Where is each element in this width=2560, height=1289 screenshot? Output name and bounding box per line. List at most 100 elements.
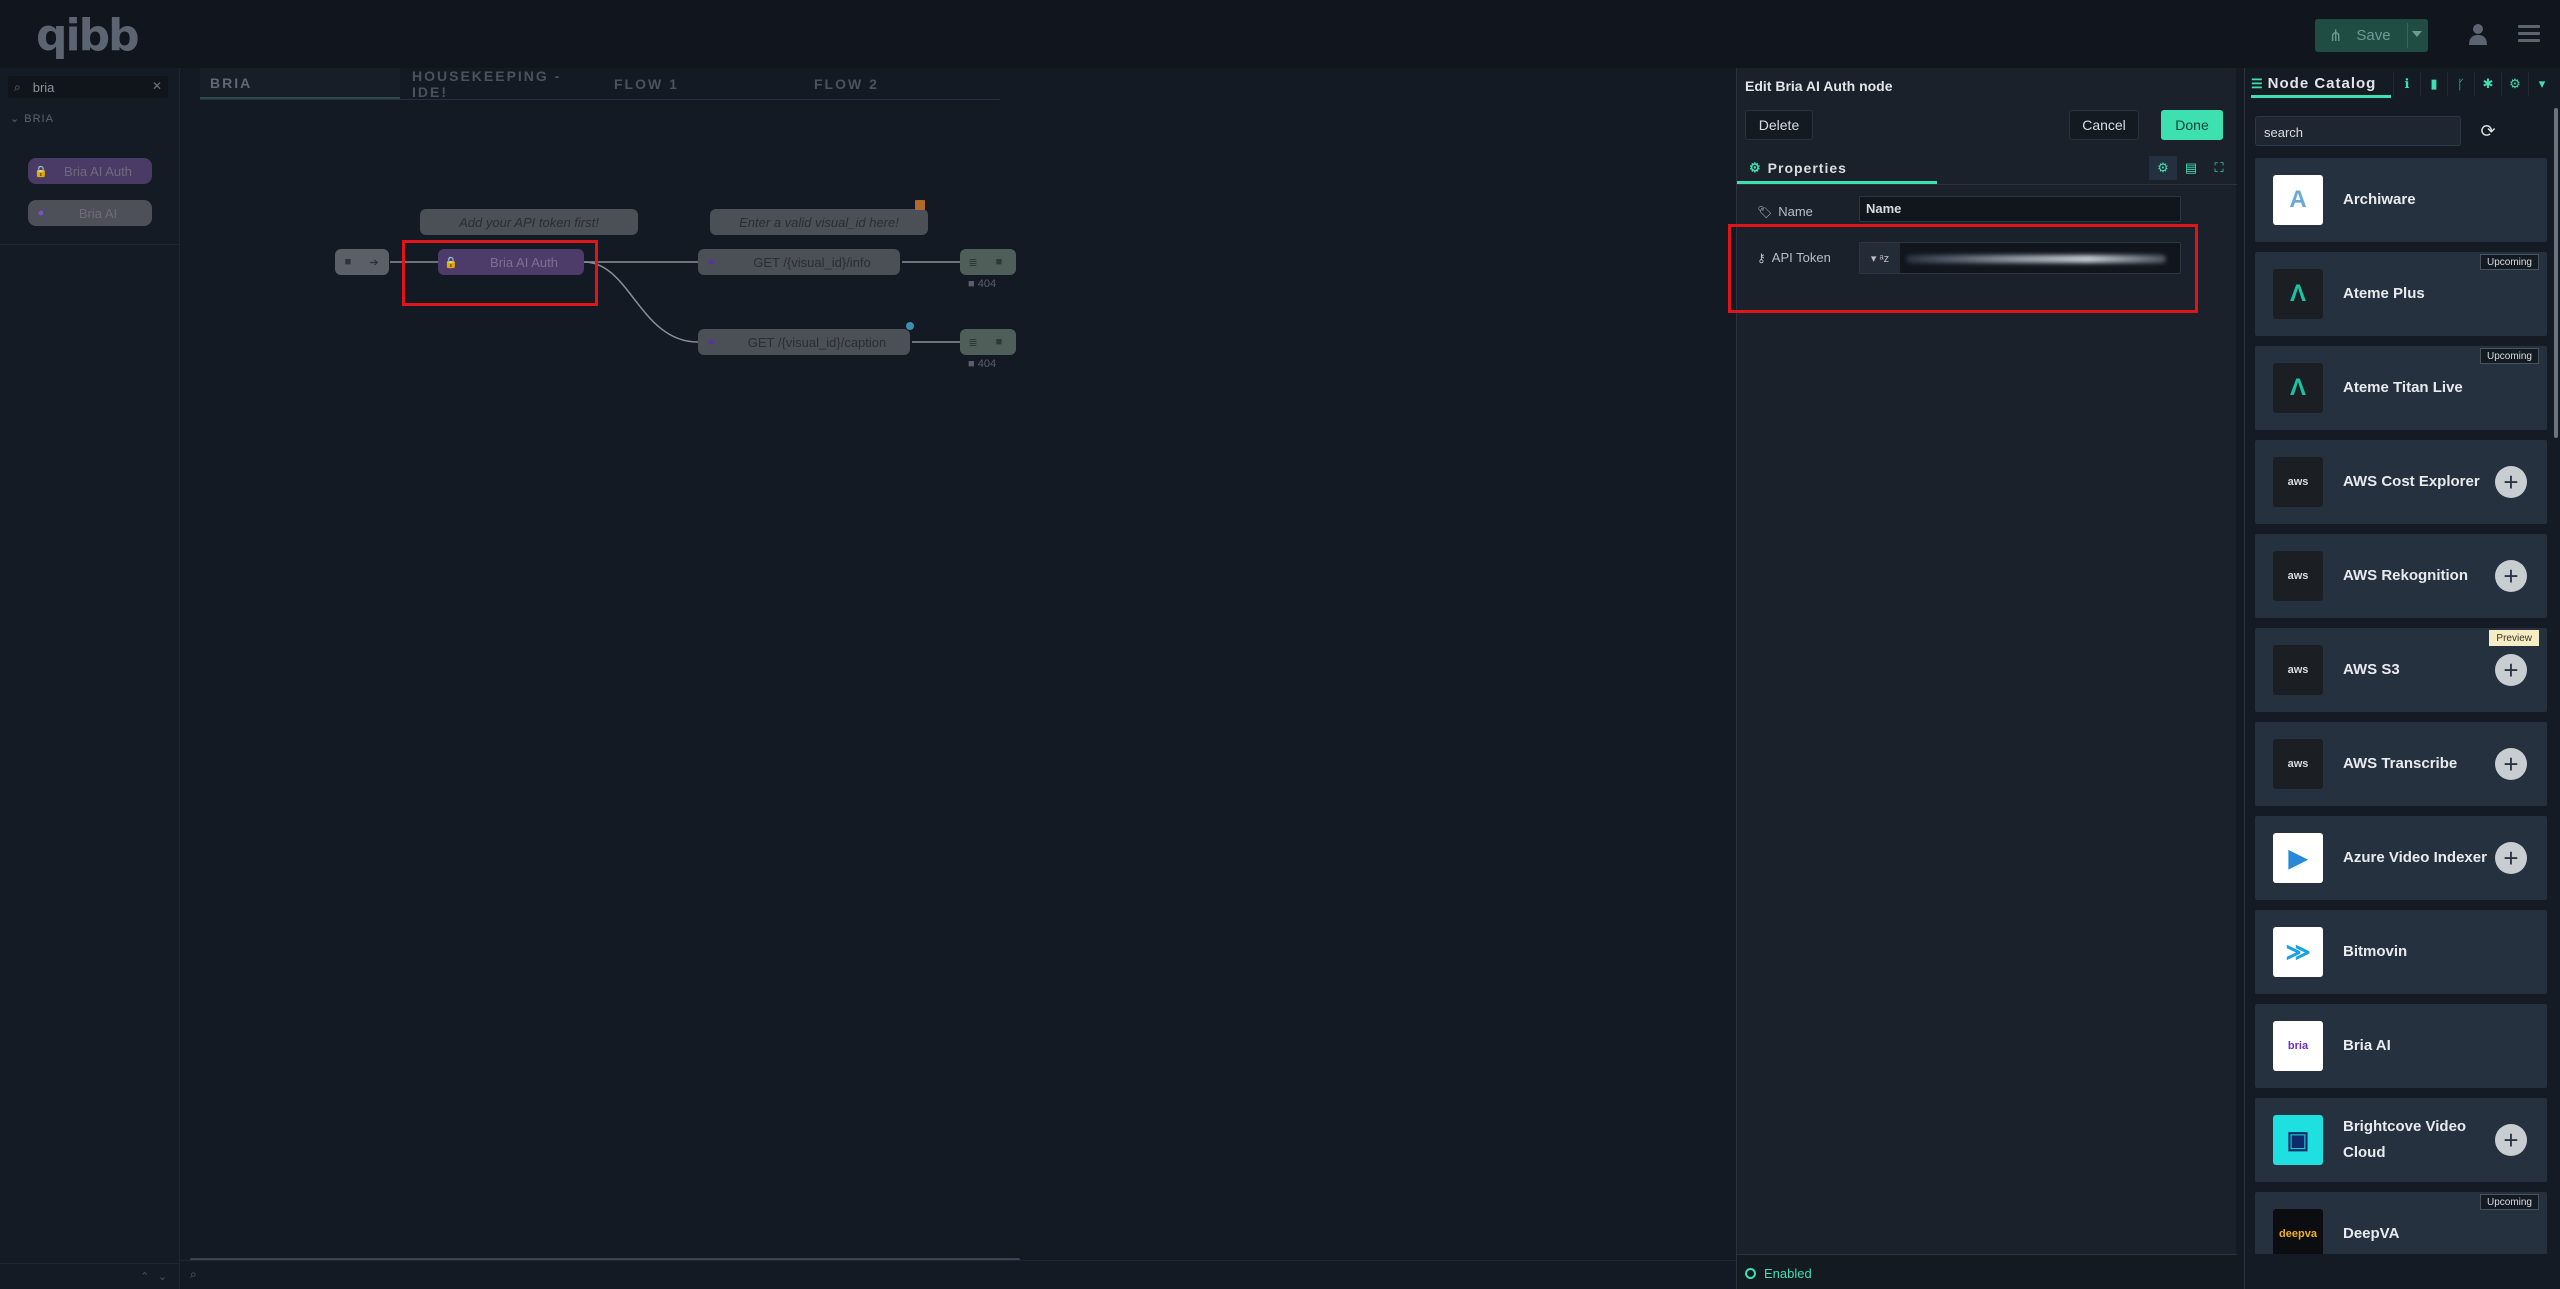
- flow-canvas[interactable]: Add your API token first! Enter a valid …: [180, 100, 1736, 1260]
- expand-all-icon[interactable]: ⌄: [158, 1270, 167, 1283]
- delete-button[interactable]: Delete: [1745, 110, 1813, 140]
- menu-icon[interactable]: [2518, 25, 2540, 43]
- chevron-down-icon[interactable]: ▾: [2528, 72, 2555, 96]
- appearance-icon[interactable]: ⛶: [2205, 156, 2233, 180]
- list-icon: ☰: [2251, 75, 2264, 91]
- get-caption-node[interactable]: ● GET /{visual_id}/caption: [698, 329, 910, 355]
- catalog-item[interactable]: ≫ Bitmovin: [2255, 910, 2547, 994]
- catalog-item[interactable]: Λ Ateme Titan Live Upcoming: [2255, 346, 2547, 430]
- catalog-item-name: Bria AI: [2343, 1037, 2391, 1054]
- info-icon[interactable]: ℹ: [2393, 72, 2420, 96]
- node-catalog-sidebar: ☰ Node Catalog ℹ ▮ ᚴ ✱ ⚙ ▾ search ⟳ A Arc…: [2244, 68, 2560, 1289]
- palette-node-label: Bria AI: [78, 205, 118, 221]
- edit-panel-footer: Enabled: [1737, 1254, 2237, 1289]
- bria-logo-icon: ●: [707, 336, 715, 348]
- list-icon: ≣: [968, 256, 978, 269]
- node-label: GET /{visual_id}/info: [753, 254, 871, 270]
- gear-icon: ⚙: [1749, 159, 1762, 175]
- add-icon[interactable]: +: [2495, 466, 2527, 498]
- catalog-item-name: AWS Cost Explorer: [2343, 473, 2480, 490]
- catalog-item-name: AWS Transcribe: [2343, 755, 2458, 772]
- catalog-item[interactable]: aws AWS S3 + Preview: [2255, 628, 2547, 712]
- catalog-item[interactable]: bria Bria AI: [2255, 1004, 2547, 1088]
- bria-logo-icon: ●: [707, 256, 715, 268]
- debug-toggle-icon[interactable]: ■: [986, 249, 1012, 275]
- branch-icon[interactable]: ᚴ: [2447, 72, 2474, 96]
- palette-search-input[interactable]: ⌕ bria ✕: [8, 76, 168, 98]
- catalog-item-logo: ▣: [2273, 1115, 2323, 1165]
- comment-text: Add your API token first!: [459, 214, 599, 230]
- catalog-item-logo: ≫: [2273, 927, 2323, 977]
- tab-flow-1[interactable]: FLOW 1: [604, 68, 804, 100]
- save-dropdown-icon[interactable]: [2412, 31, 2422, 37]
- book-icon[interactable]: ▮: [2420, 72, 2447, 96]
- inject-node[interactable]: ■ ➔: [335, 249, 389, 275]
- tab-node-catalog[interactable]: ☰ Node Catalog: [2251, 72, 2391, 98]
- tab-bria[interactable]: BRIA: [200, 68, 400, 100]
- debug-toggle-icon[interactable]: ■: [986, 329, 1012, 355]
- tab-properties-label: Properties: [1767, 159, 1847, 176]
- enabled-toggle[interactable]: Enabled: [1745, 1262, 1825, 1284]
- app-logo: qibb: [36, 10, 140, 61]
- clear-search-icon[interactable]: ✕: [152, 79, 162, 93]
- enabled-icon: [1745, 1267, 1756, 1279]
- search-icon[interactable]: ⌕: [190, 1267, 197, 1282]
- add-icon[interactable]: +: [2495, 654, 2527, 686]
- name-label: 🏷 Name: [1757, 204, 1813, 219]
- debug-node[interactable]: ≣ ■: [960, 329, 1016, 355]
- bug-icon[interactable]: ✱: [2474, 72, 2501, 96]
- palette-node-bria-ai-auth[interactable]: 🔒 Bria AI Auth: [28, 158, 152, 184]
- settings-icon[interactable]: ⚙: [2149, 156, 2177, 180]
- status-dot: [906, 322, 914, 330]
- tab-properties[interactable]: ⚙ Properties: [1737, 154, 1937, 184]
- add-icon[interactable]: +: [2495, 842, 2527, 874]
- catalog-item[interactable]: deepva DeepVA Upcoming: [2255, 1192, 2547, 1254]
- description-icon[interactable]: ▤: [2177, 156, 2205, 180]
- catalog-item[interactable]: aws AWS Cost Explorer +: [2255, 440, 2547, 524]
- palette-category-label: BRIA: [24, 113, 54, 125]
- catalog-scrollbar[interactable]: [2554, 108, 2558, 438]
- cancel-button[interactable]: Cancel: [2069, 110, 2139, 140]
- gear-icon[interactable]: ⚙: [2501, 72, 2528, 96]
- debug-node[interactable]: ≣ ■: [960, 249, 1016, 275]
- save-button[interactable]: ⋔ Save: [2315, 19, 2428, 52]
- app-header: qibb ⋔ Save: [0, 0, 2560, 68]
- edit-tab-icons: ⚙ ▤ ⛶: [2149, 156, 2233, 180]
- collapse-all-icon[interactable]: ⌃: [140, 1270, 149, 1283]
- catalog-search-input[interactable]: search: [2255, 116, 2461, 146]
- user-icon[interactable]: [2467, 22, 2489, 46]
- search-icon: ⌕: [14, 79, 21, 94]
- add-icon[interactable]: +: [2495, 560, 2527, 592]
- sidebar-tab-icons: ℹ ▮ ᚴ ✱ ⚙ ▾: [2393, 72, 2559, 96]
- add-icon[interactable]: +: [2495, 748, 2527, 780]
- done-button[interactable]: Done: [2161, 110, 2223, 140]
- list-icon: ≣: [968, 336, 978, 349]
- catalog-item-name: DeepVA: [2343, 1225, 2400, 1242]
- catalog-item[interactable]: ▣ Brightcove Video Cloud +: [2255, 1098, 2547, 1182]
- status-badge: Preview: [2489, 630, 2539, 646]
- palette-node-bria-ai[interactable]: ● Bria AI: [28, 200, 152, 226]
- changed-indicator: [915, 200, 925, 210]
- catalog-item[interactable]: Λ Ateme Plus Upcoming: [2255, 252, 2547, 336]
- tab-housekeeping[interactable]: HOUSEKEEPING - IDE!: [402, 68, 602, 100]
- refresh-icon[interactable]: ⟳: [2473, 116, 2503, 146]
- palette-category-header[interactable]: ⌄ BRIA: [10, 112, 54, 125]
- catalog-item[interactable]: aws AWS Rekognition +: [2255, 534, 2547, 618]
- add-icon[interactable]: +: [2495, 1124, 2527, 1156]
- comment-node[interactable]: Add your API token first!: [420, 209, 638, 235]
- palette-footer: ⌃ ⌄: [0, 1263, 180, 1289]
- save-label: Save: [2356, 27, 2391, 44]
- catalog-item-logo: deepva: [2273, 1209, 2323, 1254]
- catalog-item-logo: A: [2273, 175, 2323, 225]
- comment-node[interactable]: Enter a valid visual_id here!: [710, 209, 928, 235]
- catalog-item[interactable]: ▶ Azure Video Indexer +: [2255, 816, 2547, 900]
- status-badge: Upcoming: [2479, 254, 2539, 270]
- tab-flow-2[interactable]: FLOW 2: [804, 68, 1000, 100]
- catalog-item[interactable]: A Archiware: [2255, 158, 2547, 242]
- highlight-box: [1728, 224, 2198, 313]
- get-info-node[interactable]: ● GET /{visual_id}/info: [698, 249, 900, 275]
- name-input[interactable]: Name: [1859, 196, 2181, 222]
- catalog-item-logo: Λ: [2273, 269, 2323, 319]
- catalog-item[interactable]: aws AWS Transcribe +: [2255, 722, 2547, 806]
- node-label: GET /{visual_id}/caption: [747, 334, 887, 350]
